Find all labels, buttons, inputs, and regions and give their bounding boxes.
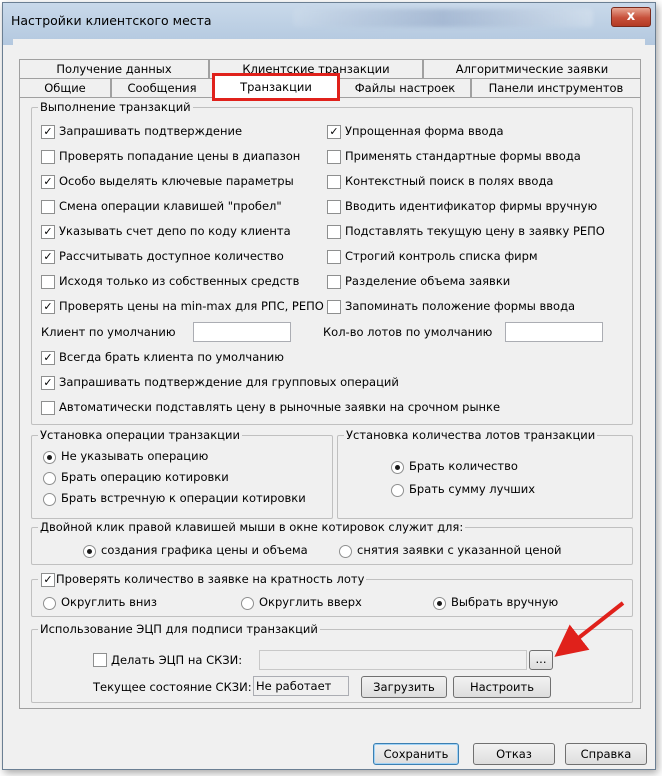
help-button[interactable]: Справка (565, 743, 647, 765)
operation-option-1-radio[interactable] (43, 472, 56, 485)
double-click-option-1-radio[interactable] (339, 545, 352, 558)
lot-multiplicity-title: Проверять количество в заявке на кратнос… (38, 572, 367, 586)
skzi-state-value: Не работает (253, 676, 349, 696)
window-title: Настройки клиентского места (11, 13, 212, 28)
exec-bottom-option-0-label: Всегда брать клиента по умолчанию (59, 350, 284, 364)
exec-left-option-7-label: Проверять цены на min-max для РПС, РЕПО (59, 299, 324, 313)
exec-left-option-4-checkbox[interactable]: ✓ (41, 225, 55, 239)
close-button[interactable]: x (611, 7, 651, 27)
lots-option-0-label: Брать количество (409, 459, 518, 473)
exec-right-option-1-checkbox[interactable] (327, 150, 341, 164)
cancel-button[interactable]: Отказ (473, 743, 555, 765)
setup-button[interactable]: Настроить (453, 676, 551, 698)
exec-left-option-2-label: Особо выделять ключевые параметры (59, 174, 294, 188)
exec-left-option-4-label: Указывать счет депо по коду клиента (59, 224, 291, 238)
settings-window: Настройки клиентского места x Получение … (2, 2, 656, 770)
lots-group-title: Установка количества лотов транзакции (344, 428, 598, 442)
exec-left-option-3-checkbox[interactable] (41, 200, 55, 214)
lots-option-1-label: Брать сумму лучших (409, 482, 536, 496)
lots-option-1-radio[interactable] (391, 484, 404, 497)
exec-bottom-option-1-checkbox[interactable]: ✓ (41, 376, 55, 390)
exec-bottom-option-2-label: Автоматически подставлять цену в рыночны… (59, 400, 501, 414)
ecp-check-label: Делать ЭЦП на СКЗИ: (111, 653, 243, 667)
double-click-option-1-label: снятия заявки с указанной ценой (357, 543, 562, 557)
exec-bottom-option-0-checkbox[interactable]: ✓ (41, 351, 55, 365)
exec-group-title: Выполнение транзакций (38, 100, 193, 114)
rounding-option-1-radio[interactable] (241, 597, 254, 610)
exec-left-option-0-label: Запрашивать подтверждение (59, 124, 243, 138)
default-lots-input[interactable] (505, 322, 603, 342)
exec-right-option-4-label: Подставлять текущую цену в заявку РЕПО (345, 224, 605, 238)
double-click-option-0-radio[interactable] (83, 545, 96, 558)
default-client-input[interactable] (193, 322, 291, 342)
tab-toolbars[interactable]: Панели инструментов (471, 78, 641, 97)
exec-left-option-7-checkbox[interactable]: ✓ (41, 300, 55, 314)
tab-settings-files[interactable]: Файлы настроек (339, 78, 471, 97)
exec-bottom-option-1-label: Запрашивать подтверждение для групповых … (59, 375, 399, 389)
operation-group-title: Установка операции транзакции (38, 428, 242, 442)
exec-left-option-3-label: Смена операции клавишей "пробел" (59, 199, 282, 213)
exec-right-option-6-checkbox[interactable] (327, 275, 341, 289)
exec-left-option-1-checkbox[interactable] (41, 150, 55, 164)
tab-general[interactable]: Общие (19, 78, 111, 97)
rounding-option-2-radio[interactable] (433, 597, 446, 610)
exec-right-option-2-label: Контекстный поиск в полях ввода (345, 174, 554, 188)
exec-right-option-6-label: Разделение объема заявки (345, 274, 511, 288)
exec-right-option-0-label: Упрощенная форма ввода (345, 124, 504, 138)
ecp-group-title: Использование ЭЦП для подписи транзакций (38, 622, 320, 636)
tab-transactions[interactable]: Транзакции (212, 73, 340, 101)
operation-option-0-label: Не указывать операцию (61, 449, 209, 463)
exec-right-option-5-label: Строгий контроль списка фирм (345, 249, 538, 263)
double-click-option-0-label: создания графика цены и объема (101, 543, 308, 557)
operation-option-2-radio[interactable] (43, 493, 56, 506)
blurred-taskbar (293, 9, 593, 27)
exec-left-option-6-checkbox[interactable] (41, 275, 55, 289)
rounding-option-0-radio[interactable] (43, 597, 56, 610)
exec-right-option-1-label: Применять стандартные формы ввода (345, 149, 581, 163)
exec-left-option-6-label: Исходя только из собственных средств (59, 274, 300, 288)
exec-right-option-3-checkbox[interactable] (327, 200, 341, 214)
exec-right-option-7-label: Запоминать положение формы ввода (345, 299, 576, 313)
ecp-path-input[interactable] (259, 650, 527, 670)
exec-right-option-7-checkbox[interactable] (327, 300, 341, 314)
skzi-state-label: Текущее состояние СКЗИ: (93, 680, 252, 694)
exec-right-option-3-label: Вводить идентификатор фирмы вручную (345, 199, 598, 213)
exec-left-option-5-label: Рассчитывать доступное количество (59, 249, 284, 263)
lots-option-0-radio[interactable] (391, 461, 404, 474)
exec-right-option-5-checkbox[interactable] (327, 250, 341, 264)
exec-right-option-0-checkbox[interactable]: ✓ (327, 125, 341, 139)
double-click-group-title: Двойной клик правой клавишей мыши в окне… (38, 520, 466, 534)
tab-algo-orders[interactable]: Алгоритмические заявки (423, 59, 641, 78)
rounding-option-0-label: Округлить вниз (61, 595, 157, 609)
exec-bottom-option-2-checkbox[interactable] (41, 401, 55, 415)
default-lots-label: Кол-во лотов по умолчанию (323, 325, 493, 339)
operation-option-2-label: Брать встречную к операции котировки (61, 491, 306, 505)
lots-group: Установка количества лотов транзакции (337, 428, 633, 519)
lot-multiplicity-checkbox[interactable]: ✓ (41, 573, 55, 587)
ecp-checkbox[interactable] (93, 653, 107, 667)
exec-left-option-0-checkbox[interactable]: ✓ (41, 125, 55, 139)
operation-option-1-label: Брать операцию котировки (61, 470, 229, 484)
exec-left-option-2-checkbox[interactable]: ✓ (41, 175, 55, 189)
save-button[interactable]: Сохранить (373, 743, 459, 765)
tab-messages[interactable]: Сообщения (111, 78, 213, 97)
exec-left-option-1-label: Проверять попадание цены в диапазон (59, 149, 301, 163)
default-client-label: Клиент по умолчанию (41, 325, 176, 339)
exec-right-option-4-checkbox[interactable] (327, 225, 341, 239)
exec-right-option-2-checkbox[interactable] (327, 175, 341, 189)
tab-data-receiving[interactable]: Получение данных (19, 59, 209, 78)
load-button[interactable]: Загрузить (361, 676, 447, 698)
rounding-option-2-label: Выбрать вручную (451, 595, 559, 609)
rounding-option-1-label: Округлить вверх (259, 595, 362, 609)
exec-left-option-5-checkbox[interactable]: ✓ (41, 250, 55, 264)
operation-option-0-radio[interactable] (43, 451, 56, 464)
